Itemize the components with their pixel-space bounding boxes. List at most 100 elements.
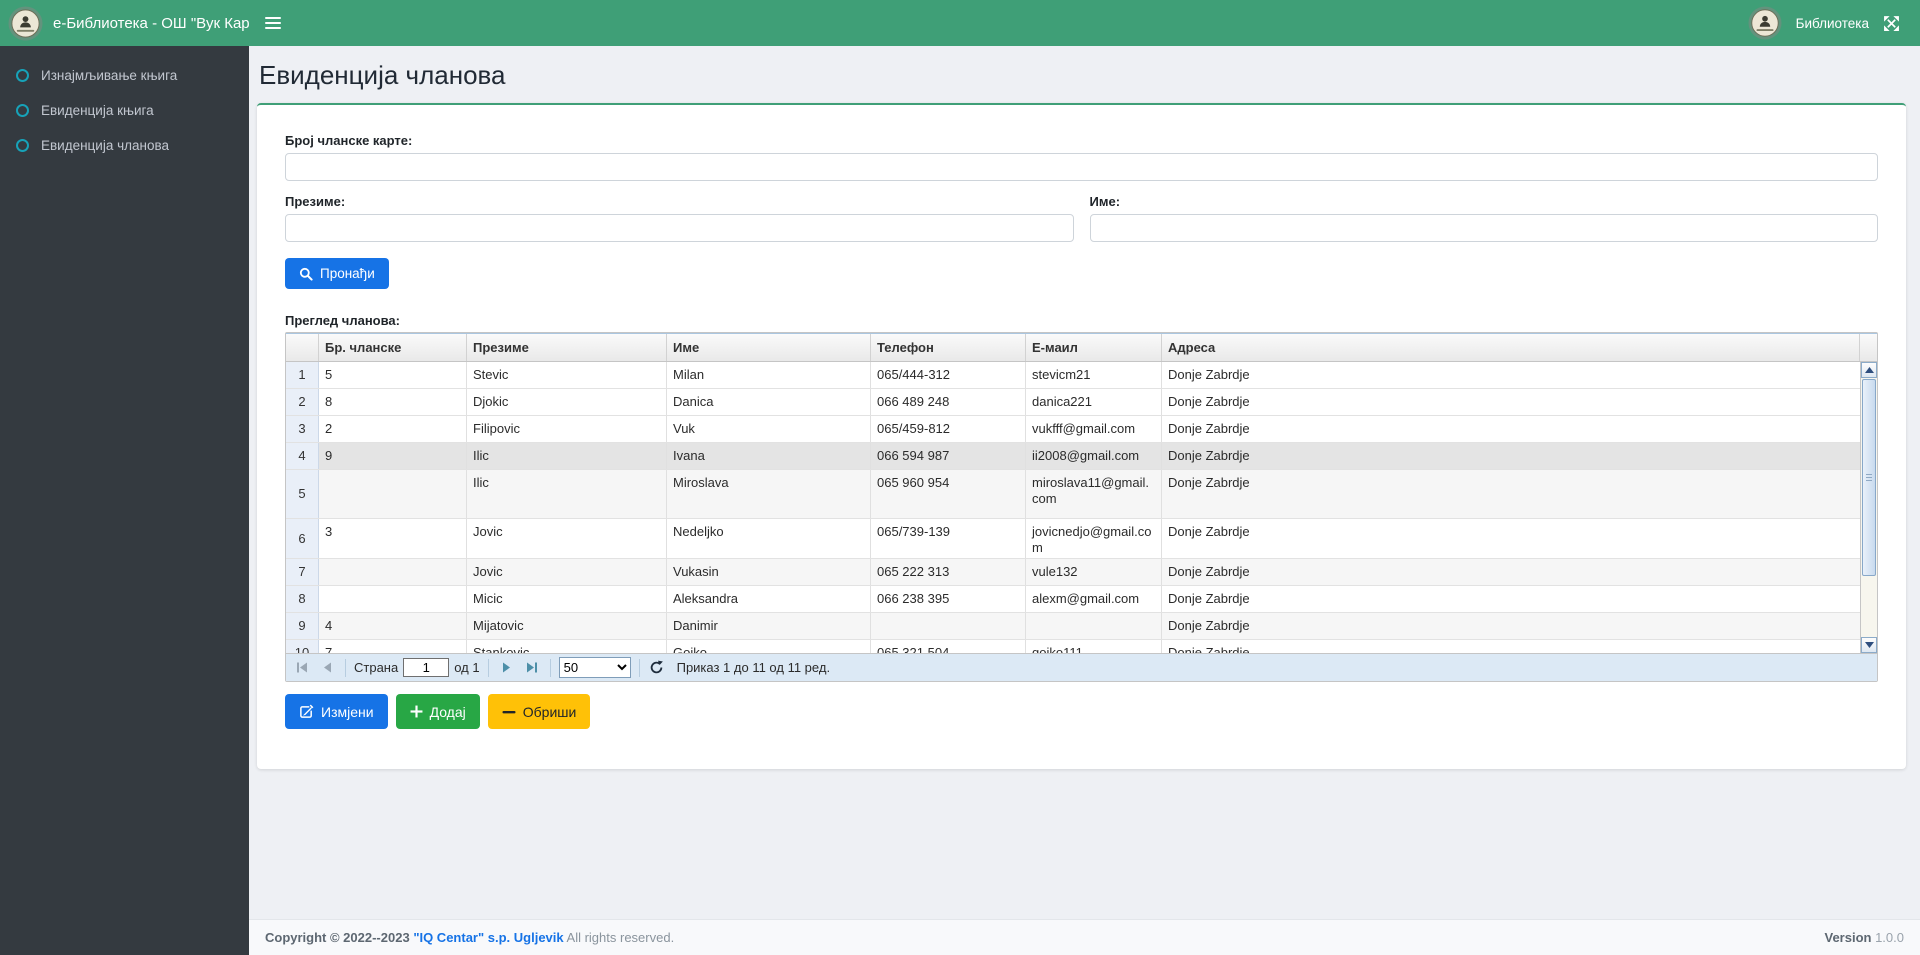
pager-page-input[interactable] [403,658,450,677]
last-name-label: Презиме: [285,194,346,209]
table-row[interactable]: 5 Ilic Miroslava 065 960 954 miroslava11… [286,470,1860,519]
phone-cell: 065 222 313 [871,559,1026,585]
sidebar: Изнајмљивање књига Евиденција књига Евид… [0,46,249,955]
row-number-cell: 10 [286,640,319,653]
first-name-cell: Danica [667,389,871,415]
library-logo-icon [8,5,43,41]
pager-first-icon[interactable] [292,658,312,678]
email-cell [1026,613,1162,639]
first-name-input[interactable] [1089,214,1878,242]
table-row[interactable]: 7 Jovic Vukasin 065 222 313 vule132 Donj… [286,559,1860,586]
footer: Copyright © 2022--2023 "IQ Centar" s.p. … [249,919,1920,955]
last-name-cell: Jovic [467,519,667,558]
sidebar-item[interactable]: Евиденција чланова [0,128,249,163]
column-header-phone[interactable]: Телефон [871,334,1026,361]
last-name-cell: Stankovic [467,640,667,653]
user-avatar[interactable] [1748,6,1782,40]
refresh-icon[interactable] [648,659,666,677]
company-link[interactable]: "IQ Centar" s.p. Ugljevik [413,930,563,945]
table-row[interactable]: 9 4 Mijatovic Danimir Donje Zabrdje [286,613,1860,640]
pager-last-icon[interactable] [522,658,542,678]
card-number-cell: 2 [319,416,467,442]
column-header-email[interactable]: Е-маил [1026,334,1162,361]
hamburger-icon[interactable] [265,14,287,32]
card-number-cell: 9 [319,443,467,469]
last-name-input[interactable] [285,214,1074,242]
table-row[interactable]: 6 3 Jovic Nedeljko 065/739-139 jovicnedj… [286,519,1860,559]
nav-circle-icon [16,139,29,152]
edit-button[interactable]: Измјени [285,694,388,729]
pager-of-label: од 1 [454,660,480,675]
nav-circle-icon [16,69,29,82]
grid-scrollbar [1860,362,1877,653]
last-name-cell: Filipovic [467,416,667,442]
scrollbar-track[interactable] [1861,577,1877,637]
add-button[interactable]: Додај [395,694,480,729]
card-number-cell [319,470,467,518]
address-cell: Donje Zabrdje [1168,448,1250,463]
members-table-body: 1 5 Stevic Milan 065/444-312 stevicm21 D… [286,362,1860,653]
first-name-cell: Gojko [667,640,871,653]
version-value: 1.0.0 [1875,930,1904,945]
page-size-select[interactable]: 50 [558,657,631,678]
column-header-first[interactable]: Име [667,334,871,361]
user-menu-label[interactable]: Библиотека [1796,16,1869,31]
row-number-cell: 9 [286,613,319,639]
scrollbar-thumb[interactable] [1862,379,1876,576]
first-name-cell: Milan [667,362,871,388]
add-icon [410,705,423,718]
pager-prev-icon[interactable] [317,658,337,678]
card-number-cell: 7 [319,640,467,653]
column-header-last[interactable]: Презиме [467,334,667,361]
fullscreen-icon[interactable] [1883,15,1900,32]
table-row[interactable]: 4 9 Ilic Ivana 066 594 987 ii2008@gmail.… [286,443,1860,470]
row-number-cell: 3 [286,416,319,442]
card-number-label: Број чланске карте: [285,133,413,148]
email-cell: vukfff@gmail.com [1026,416,1162,442]
column-header-card[interactable]: Бр. чланске [319,334,467,361]
email-cell: danica221 [1026,389,1162,415]
email-cell: alexm@gmail.com [1026,586,1162,612]
phone-cell: 066 594 987 [871,443,1026,469]
sidebar-item[interactable]: Изнајмљивање књига [0,58,249,93]
row-number-cell: 5 [286,470,319,518]
phone-cell: 066 238 395 [871,586,1026,612]
table-row[interactable]: 1 5 Stevic Milan 065/444-312 stevicm21 D… [286,362,1860,389]
table-row[interactable]: 2 8 Djokic Danica 066 489 248 danica221 … [286,389,1860,416]
grid-header-row: Бр. чланске Презиме Име Телефон Е-маил А… [286,333,1877,362]
row-number-cell: 2 [286,389,319,415]
top-navbar: е-Библиотека - ОШ "Вук Кар Библиотека [0,0,1920,46]
table-row[interactable]: 10 7 Stankovic Gojko 065 321 504 gojko11… [286,640,1860,653]
last-name-cell: Jovic [467,559,667,585]
first-name-cell: Miroslava [667,470,871,518]
delete-button[interactable]: Обриши [487,694,591,729]
copyright-text: Copyright © 2022--2023 [265,930,410,945]
column-header-address[interactable]: Адреса [1162,334,1860,361]
last-name-cell: Mijatovic [467,613,667,639]
column-header-rownum[interactable] [286,334,319,361]
phone-cell: 066 489 248 [871,389,1026,415]
grid-caption: Преглед чланова: [285,313,400,328]
version-label: Version [1824,930,1872,945]
card-number-cell: 5 [319,362,467,388]
sidebar-item[interactable]: Евиденција књига [0,93,249,128]
scroll-up-icon[interactable] [1861,362,1877,378]
members-panel: Број чланске карте: Презиме: Име: Пронађ… [257,103,1906,769]
search-button[interactable]: Пронађи [285,258,389,289]
email-cell: miroslava11@gmail.com [1026,470,1162,518]
pager-next-icon[interactable] [497,658,517,678]
table-row[interactable]: 8 Micic Aleksandra 066 238 395 alexm@gma… [286,586,1860,613]
scroll-down-icon[interactable] [1861,637,1877,653]
search-icon [299,267,313,281]
address-cell: Donje Zabrdje [1168,367,1250,382]
card-number-input[interactable] [285,153,1878,181]
email-cell: gojko111 [1026,640,1162,653]
grid-pager: Страна од 1 50 [286,653,1877,681]
table-row[interactable]: 3 2 Filipovic Vuk 065/459-812 vukfff@gma… [286,416,1860,443]
last-name-cell: Djokic [467,389,667,415]
card-number-cell: 3 [319,519,467,558]
brand[interactable]: е-Библиотека - ОШ "Вук Кар [0,0,249,46]
address-cell: Donje Zabrdje [1168,421,1250,436]
phone-cell [871,613,1026,639]
delete-icon [502,710,516,713]
